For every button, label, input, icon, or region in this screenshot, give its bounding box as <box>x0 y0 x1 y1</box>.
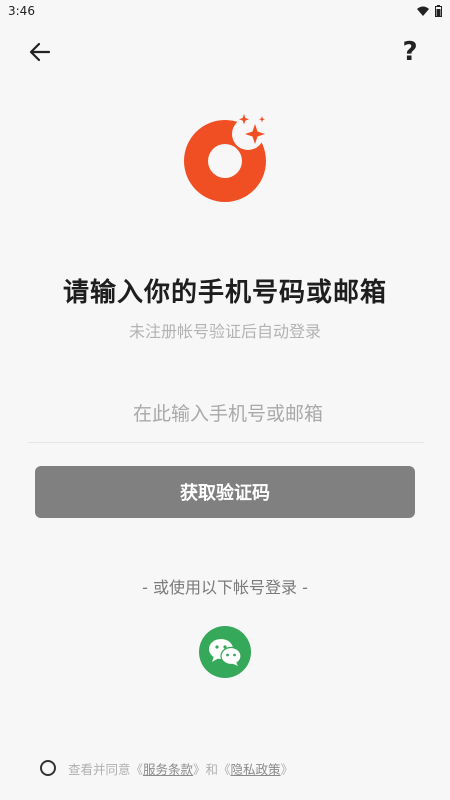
page-title: 请输入你的手机号码或邮箱 <box>62 278 387 308</box>
phone-email-input[interactable] <box>28 384 428 444</box>
wechat-login-button[interactable] <box>199 626 251 678</box>
agreement-suffix: 》 <box>280 761 294 777</box>
help-button[interactable]: ? <box>396 37 424 67</box>
back-button[interactable] <box>26 38 54 66</box>
app-logo-icon <box>184 114 266 202</box>
privacy-policy-link[interactable]: 隐私政策 <box>231 759 281 778</box>
status-icons <box>417 5 442 17</box>
phone-email-field-container <box>28 384 428 444</box>
battery-icon <box>435 5 442 17</box>
get-verification-code-button[interactable]: 获取验证码 <box>35 466 415 518</box>
agreement-row: 查看并同意《 服务条款 》和《 隐私政策 》 <box>40 758 293 778</box>
alt-login-label: - 或使用以下帐号登录 - <box>142 578 308 597</box>
wifi-icon <box>417 6 429 16</box>
status-time: 3:46 <box>8 4 35 18</box>
agreement-prefix: 查看并同意《 <box>68 761 144 777</box>
page-subtitle: 未注册帐号验证后自动登录 <box>128 322 321 341</box>
terms-of-service-link[interactable]: 服务条款 <box>143 759 193 778</box>
status-bar: 3:46 <box>0 0 450 22</box>
help-icon: ? <box>402 37 418 67</box>
wechat-icon <box>209 639 242 666</box>
back-arrow-icon <box>29 42 51 62</box>
agreement-middle: 》和《 <box>193 761 231 777</box>
agree-checkbox[interactable] <box>40 760 56 776</box>
